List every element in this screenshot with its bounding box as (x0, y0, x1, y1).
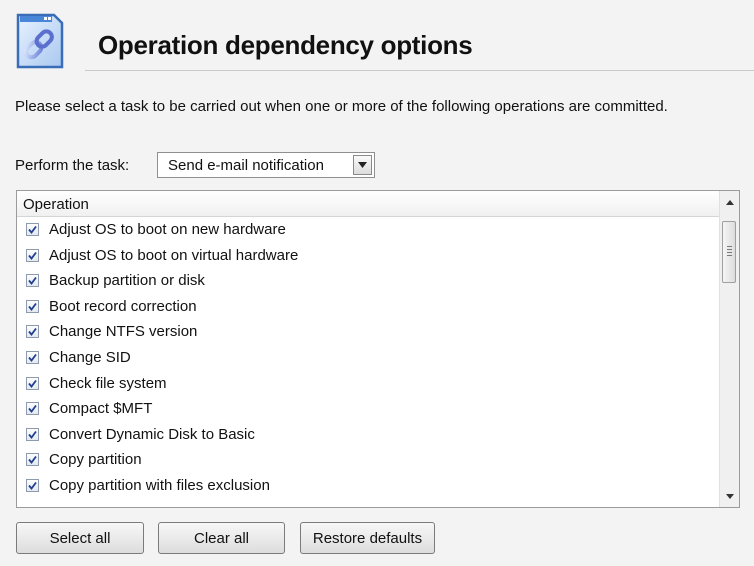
operation-dependency-dialog: Operation dependency options Please sele… (0, 0, 754, 566)
operation-rows: Adjust OS to boot on new hardware Adjust… (17, 218, 719, 500)
operation-label: Boot record correction (49, 297, 197, 315)
checkmark-icon (28, 302, 37, 311)
operation-checkbox[interactable] (26, 274, 39, 288)
operation-checkbox[interactable] (26, 427, 39, 441)
restore-defaults-button[interactable]: Restore defaults (300, 522, 435, 554)
operation-checkbox[interactable] (26, 223, 39, 236)
checkmark-icon (28, 353, 37, 362)
list-item[interactable]: Boot record correction (17, 295, 719, 321)
list-item[interactable]: Copy partition (17, 448, 719, 474)
list-item[interactable]: Backup partition or disk (17, 269, 719, 295)
operation-list[interactable]: Operation Adjust OS to boot on new hardw… (16, 190, 740, 508)
operation-label: Copy partition with files exclusion (49, 476, 270, 494)
operation-label: Convert Dynamic Disk to Basic (49, 425, 255, 443)
task-label: Perform the task: (15, 157, 130, 174)
operation-label: Adjust OS to boot on virtual hardware (49, 246, 299, 264)
task-select[interactable]: Send e-mail notification (157, 152, 375, 178)
operation-checkbox[interactable] (26, 248, 39, 262)
operation-checkbox[interactable] (26, 453, 39, 467)
checkmark-icon (28, 405, 37, 414)
operation-checkbox[interactable] (26, 350, 39, 364)
dialog-header: Operation dependency options (10, 12, 754, 76)
scroll-up-icon[interactable] (720, 193, 739, 211)
description-text: Please select a task to be carried out w… (15, 98, 668, 115)
operation-label: Compact $MFT (49, 400, 153, 418)
dialog-title: Operation dependency options (98, 30, 473, 60)
checkmark-icon (28, 430, 37, 439)
checkmark-icon (28, 456, 37, 465)
operation-checkbox[interactable] (26, 325, 39, 339)
select-all-button[interactable]: Select all (16, 522, 144, 554)
checkmark-icon (28, 225, 37, 234)
checkmark-icon (28, 277, 37, 286)
task-select-value: Send e-mail notification (168, 157, 324, 174)
list-scrollbar[interactable] (719, 191, 739, 507)
grip-icon (727, 246, 732, 256)
scroll-down-icon[interactable] (720, 487, 739, 505)
scroll-thumb[interactable] (722, 221, 736, 283)
list-item[interactable]: Adjust OS to boot on virtual hardware (17, 244, 719, 270)
document-chain-icon (10, 12, 68, 70)
operation-checkbox[interactable] (26, 376, 39, 390)
checkmark-icon (28, 328, 37, 337)
list-item[interactable]: Check file system (17, 372, 719, 398)
column-header-label: Operation (23, 196, 89, 213)
list-item[interactable]: Compact $MFT (17, 397, 719, 423)
operation-label: Adjust OS to boot on new hardware (49, 221, 286, 238)
list-item[interactable]: Change NTFS version (17, 320, 719, 346)
column-header-operation[interactable]: Operation (17, 191, 719, 217)
list-item[interactable]: Convert Dynamic Disk to Basic (17, 423, 719, 449)
dropdown-arrow-icon[interactable] (353, 155, 372, 175)
checkmark-icon (28, 379, 37, 388)
operation-label: Backup partition or disk (49, 272, 205, 290)
operation-checkbox[interactable] (26, 402, 39, 416)
list-item[interactable]: Copy partition with files exclusion (17, 474, 719, 500)
checkmark-icon (28, 481, 37, 490)
header-divider (85, 70, 754, 71)
operation-label: Change SID (49, 348, 131, 366)
operation-checkbox[interactable] (26, 299, 39, 313)
checkmark-icon (28, 251, 37, 260)
clear-all-button[interactable]: Clear all (158, 522, 285, 554)
list-item[interactable]: Adjust OS to boot on new hardware (17, 218, 719, 244)
operation-label: Check file system (49, 374, 167, 392)
operation-checkbox[interactable] (26, 478, 39, 492)
list-item[interactable]: Change SID (17, 346, 719, 372)
operation-label: Change NTFS version (49, 323, 198, 341)
operation-label: Copy partition (49, 451, 142, 469)
